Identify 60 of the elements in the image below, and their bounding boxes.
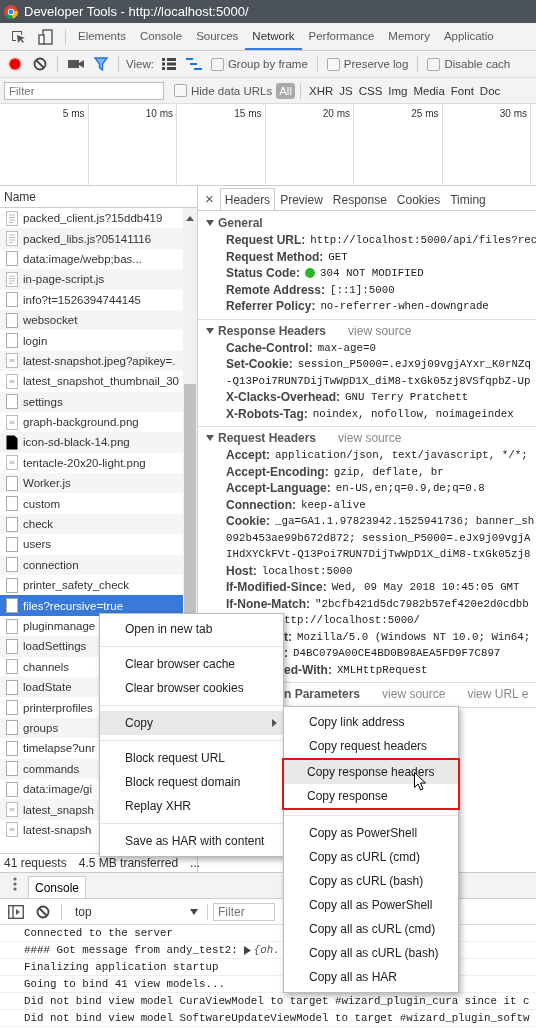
- header-value: 304 NOT MODIFIED: [320, 267, 424, 280]
- header-value: localhost:5000: [261, 564, 353, 577]
- header-name: X-Clacks-Overhead:: [226, 390, 341, 405]
- view-label: View:: [126, 58, 154, 70]
- header-value: no-referrer-when-downgrade: [320, 300, 489, 313]
- header-name: Connection:: [226, 497, 296, 512]
- header-name: X-Robots-Tag:: [226, 406, 308, 421]
- header-name: Request URL:: [226, 233, 306, 248]
- header-value: -Q13Poi7RUN7DijTwWpD1X_diM8-txGk05zj8VSfqpbZ-Up: [226, 374, 531, 387]
- header-name: Accept:: [226, 448, 270, 463]
- header-name: If-Modified-Since:: [226, 580, 327, 595]
- header-name: Status Code:: [226, 266, 300, 281]
- header-value: application/json, text/javascript, */*;: [275, 449, 528, 462]
- window-title: Developer Tools - http://localhost:5000/: [24, 4, 249, 19]
- checkbox-label: Disable cach: [444, 58, 511, 70]
- header-value: max-age=0: [317, 341, 376, 354]
- header-value: noindex, nofollow, noimageindex: [312, 407, 514, 420]
- time-tick: 20 ms: [322, 108, 350, 119]
- header-value: gzip, deflate, br: [333, 465, 444, 478]
- header-value: ttp://localhost:5000/: [284, 614, 421, 627]
- header-name: Referrer Policy:: [226, 299, 316, 314]
- header-value: keep-alive: [301, 498, 366, 511]
- header-name: Accept-Encoding:: [226, 464, 329, 479]
- header-value: Mozilla/5.0 (Windows NT 10.0; Win64;: [297, 630, 531, 643]
- checkbox-label: Group by frame: [227, 58, 308, 70]
- header-name: ed-With:: [284, 662, 332, 677]
- checkbox-label: Preserve log: [343, 58, 409, 70]
- status-text: ...: [190, 856, 201, 870]
- header-name: If-None-Match:: [226, 596, 310, 611]
- header-value: "2bcfb421d5dc7982b57ef420e2d0cdbb: [315, 597, 529, 610]
- status-text: 4.5 MB transferred: [78, 856, 179, 870]
- header-value: _ga=GA1.1.97823942.1525941736; banner_sh: [275, 515, 535, 528]
- header-name: Host:: [226, 563, 257, 578]
- header-name: :: [284, 646, 288, 661]
- time-tick: 15 ms: [234, 108, 262, 119]
- header-value: session_P5000=.eJx9j09vgjAYxr_K0rNZq: [297, 358, 531, 371]
- time-tick: 30 ms: [499, 108, 527, 119]
- header-name: Request Method:: [226, 249, 324, 264]
- time-tick: 10 ms: [145, 108, 173, 119]
- header-value: http://localhost:5000/api/files?rec: [310, 234, 536, 247]
- header-name: Accept-Language:: [226, 481, 331, 496]
- time-tick: 5 ms: [62, 108, 85, 119]
- time-tick: 25 ms: [411, 108, 439, 119]
- header-value: en-US,en;q=0.9,de;q=0.8: [335, 482, 485, 495]
- header-name: Cache-Control:: [226, 340, 313, 355]
- header-value: XMLHttpRequest: [336, 663, 428, 676]
- header-value: 092b453ae99b672d872; session_P5000=.eJx9j09vgjA: [226, 531, 531, 544]
- status-text: 41 requests: [4, 856, 67, 870]
- header-value: GNU Terry Pratchett: [345, 391, 469, 404]
- checkbox-label: Hide data URLs: [191, 84, 273, 97]
- header-value: GET: [328, 250, 348, 263]
- header-name: t:: [284, 629, 292, 644]
- header-name: Cookie:: [226, 514, 270, 529]
- header-value: IHdXYCkFVt-Q13Poi7RUN7DijTwWpD1X_diM8-txGk05zj8: [226, 548, 531, 561]
- header-value: D4BC079A00CE4BD0B98AEA5FD9F7C897: [293, 647, 501, 660]
- header-value: Wed, 09 May 2018 10:45:05 GMT: [331, 581, 520, 594]
- header-value: [::1]:5000: [329, 283, 395, 296]
- header-name: Set-Cookie:: [226, 357, 293, 372]
- console-message: Did not bind view model SoftwareUpdateViewModel to target #wizard_plugin_softw: [0, 1010, 536, 1027]
- header-name: Remote Address:: [226, 282, 325, 297]
